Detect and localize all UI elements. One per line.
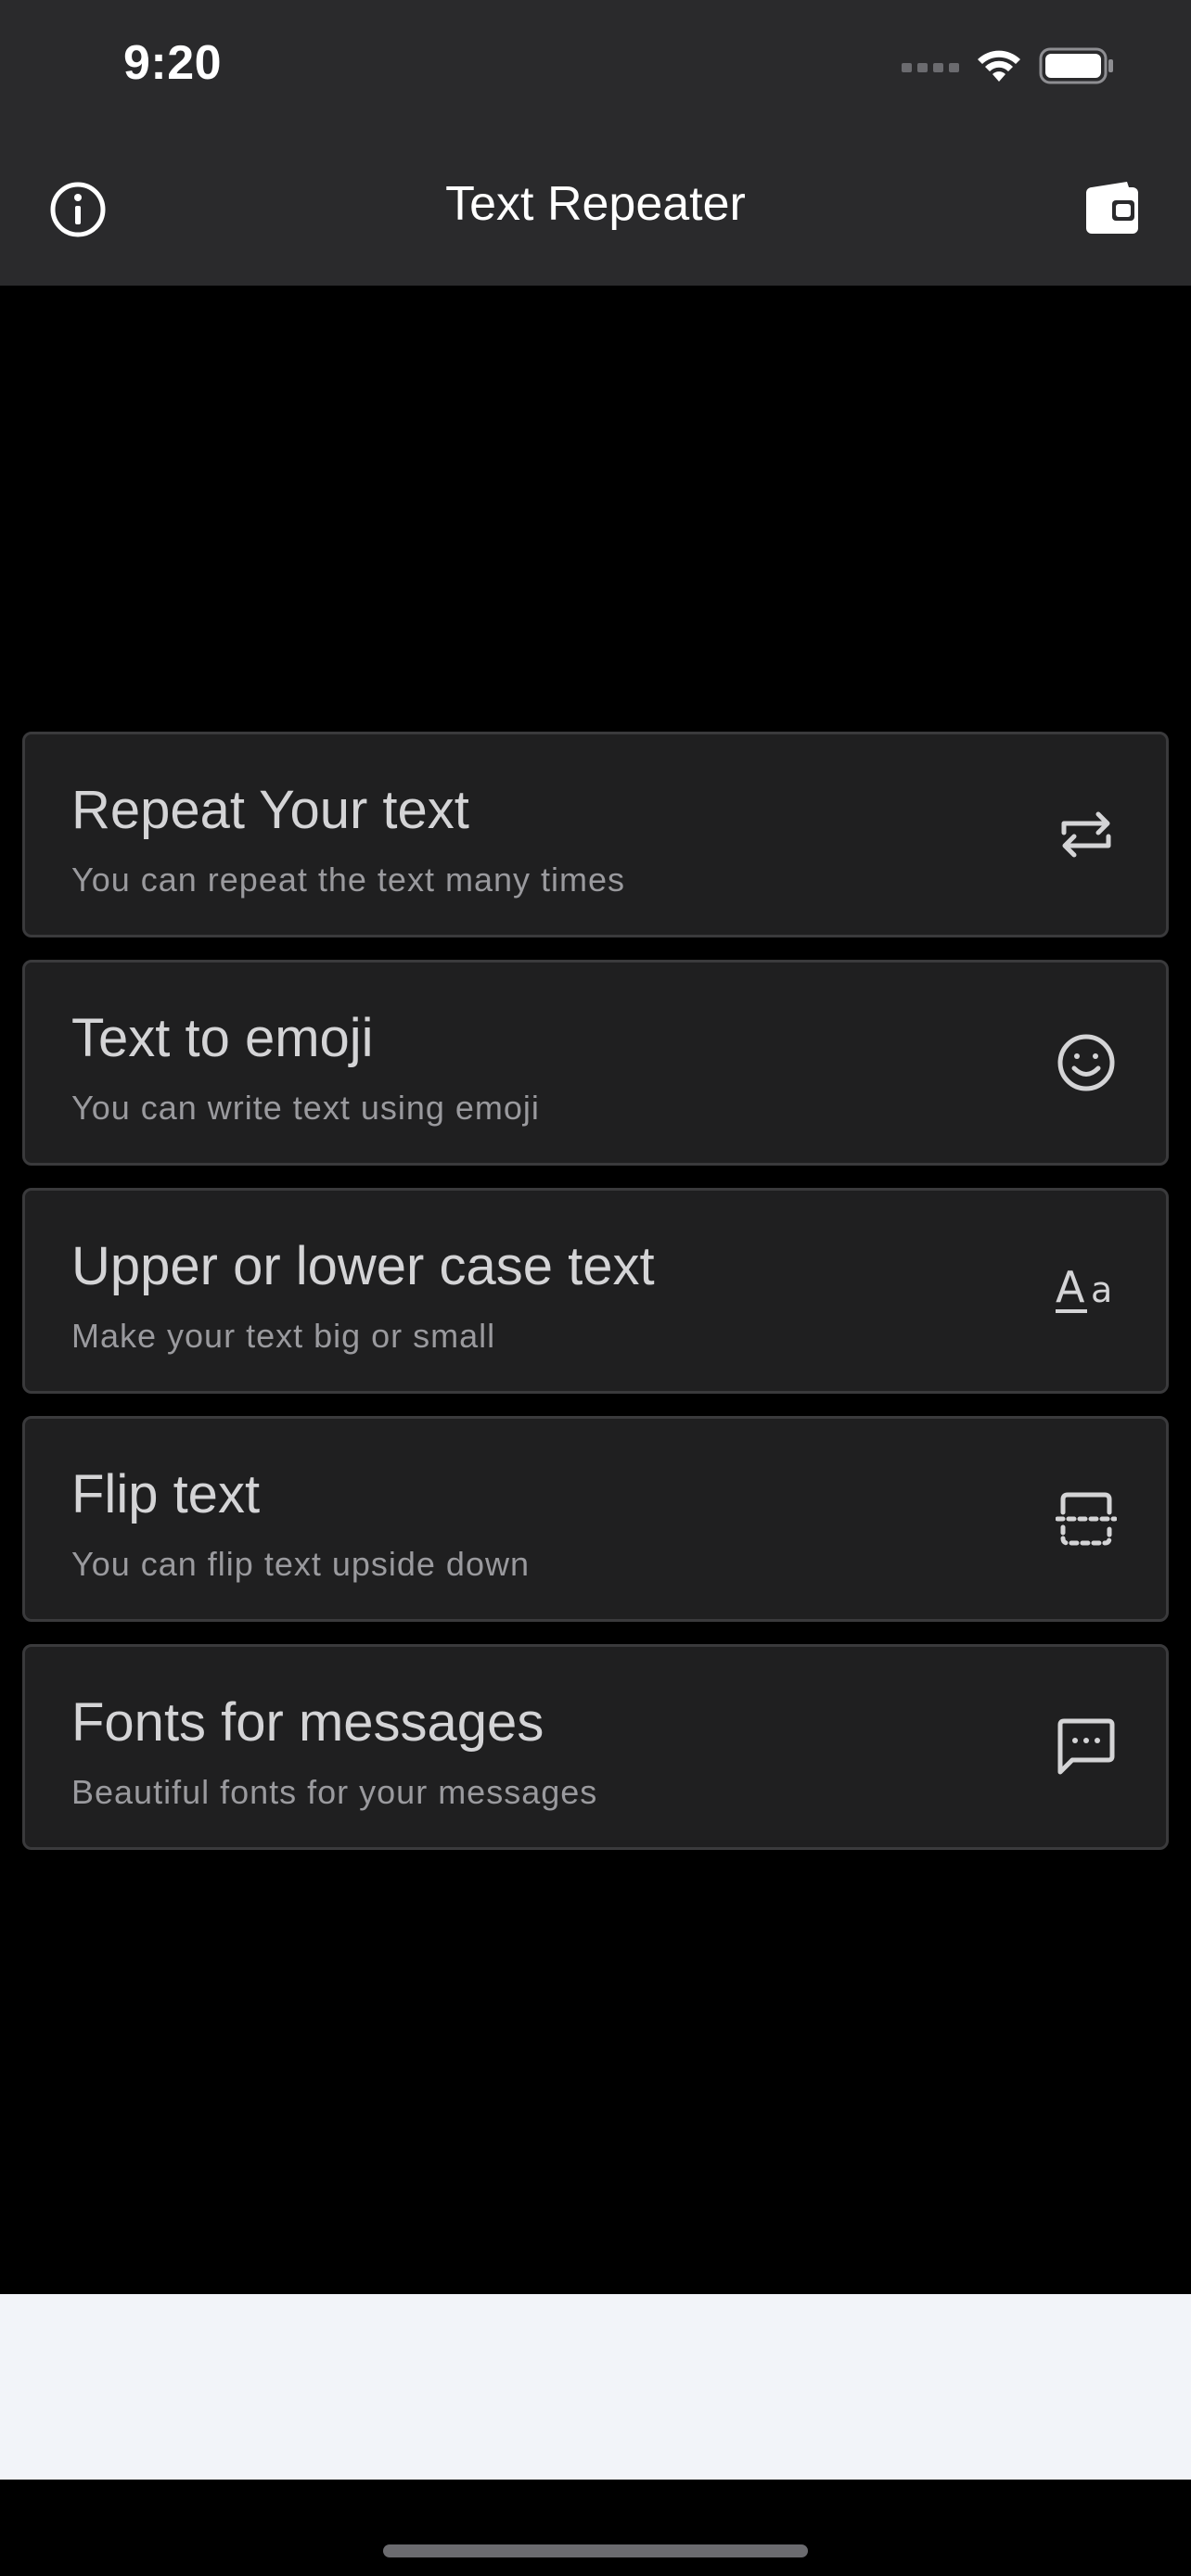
card-title: Flip text <box>71 1464 261 1524</box>
page-title: Text Repeater <box>445 177 746 231</box>
card-subtitle: You can write text using emoji <box>71 1089 540 1127</box>
card-title: Repeat Your text <box>71 780 469 840</box>
banner-ad-area[interactable] <box>0 2294 1191 2480</box>
message-icon <box>1040 1701 1133 1793</box>
repeat-icon <box>1040 788 1133 881</box>
card-title: Text to emoji <box>71 1008 374 1068</box>
navigation-bar: Text Repeater <box>0 137 1191 286</box>
card-repeat-text[interactable]: Repeat Your text You can repeat the text… <box>22 732 1169 937</box>
home-indicator[interactable] <box>383 2544 808 2557</box>
status-icons <box>902 45 1115 91</box>
text-case-icon: A a <box>1040 1244 1133 1337</box>
card-title: Fonts for messages <box>71 1692 544 1753</box>
card-text-to-emoji[interactable]: Text to emoji You can write text using e… <box>22 960 1169 1166</box>
feature-list: Repeat Your text You can repeat the text… <box>22 732 1169 1872</box>
wallet-icon <box>1084 181 1142 242</box>
card-text-case[interactable]: Upper or lower case text Make your text … <box>22 1188 1169 1394</box>
home-bar <box>0 2480 1191 2576</box>
cellular-signal-icon <box>902 59 959 77</box>
card-fonts-messages[interactable]: Fonts for messages Beautiful fonts for y… <box>22 1644 1169 1850</box>
card-title: Upper or lower case text <box>71 1236 655 1296</box>
status-time: 9:20 <box>123 36 223 90</box>
text-case-glyph-lower: a <box>1091 1269 1112 1310</box>
text-case-glyph-upper: A <box>1056 1262 1085 1312</box>
card-subtitle: You can flip text upside down <box>71 1545 530 1583</box>
flip-icon <box>1040 1473 1133 1565</box>
card-flip-text[interactable]: Flip text You can flip text upside down <box>22 1416 1169 1622</box>
card-subtitle: Beautiful fonts for your messages <box>71 1773 598 1811</box>
wifi-icon <box>976 48 1022 88</box>
card-subtitle: Make your text big or small <box>71 1317 496 1355</box>
status-bar: 9:20 <box>0 0 1191 137</box>
card-subtitle: You can repeat the text many times <box>71 861 625 899</box>
smiley-icon <box>1040 1016 1133 1109</box>
wallet-button[interactable] <box>1076 174 1150 249</box>
battery-icon <box>1039 47 1115 89</box>
